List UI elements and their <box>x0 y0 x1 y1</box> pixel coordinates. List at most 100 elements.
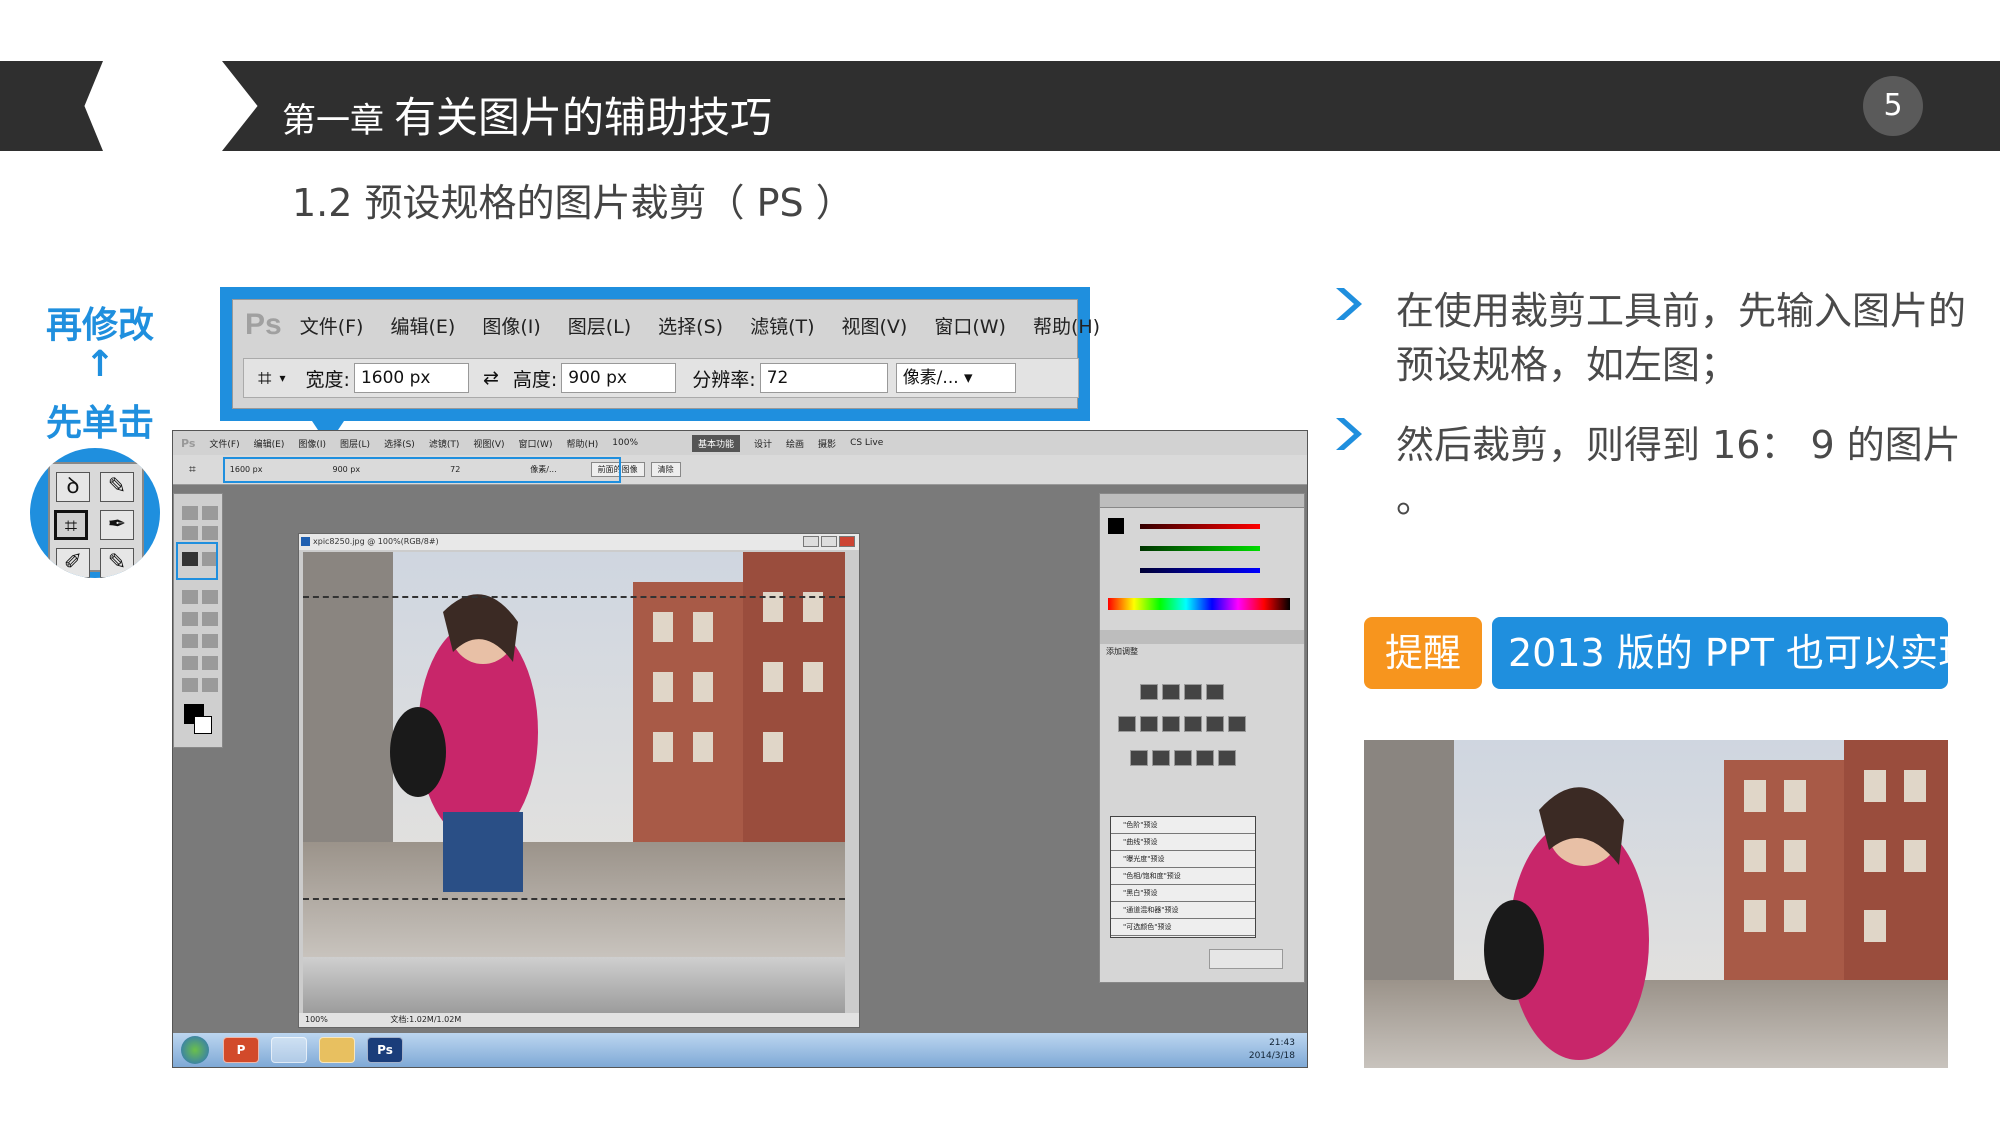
list-item[interactable]: "曝光度"预设 <box>1111 851 1255 868</box>
ps-red-slider[interactable] <box>1140 524 1260 529</box>
menu-layer[interactable]: 图层(L) <box>568 312 631 339</box>
posterize-icon[interactable] <box>1152 750 1170 766</box>
ps-crop-icon[interactable]: ⌗ <box>189 462 196 477</box>
ps-clear-button[interactable]: 清除 <box>650 462 681 477</box>
list-item[interactable]: "色相/饱和度"预设 <box>1111 868 1255 885</box>
tool-preset-dropdown-icon[interactable]: ▾ <box>280 371 286 385</box>
vibrance-icon[interactable] <box>1118 716 1136 732</box>
crop-icon[interactable]: ⌗ <box>258 364 272 392</box>
maximize-icon[interactable] <box>821 536 837 547</box>
ps-menu-help[interactable]: 帮助(H) <box>566 437 598 450</box>
list-item[interactable]: "可选颜色"预设 <box>1111 919 1255 936</box>
resolution-unit-select[interactable]: 像素/... ▾ <box>895 363 1016 393</box>
menu-view[interactable]: 视图(V) <box>842 312 908 339</box>
chapter-label: 第一章 <box>282 101 384 141</box>
menu-file[interactable]: 文件(F) <box>300 312 364 339</box>
ps-text-tool-icon[interactable] <box>202 656 218 670</box>
ps-workspace-photo[interactable]: 摄影 <box>818 437 836 450</box>
exposure-icon[interactable] <box>1206 684 1224 700</box>
selective-color-icon[interactable] <box>1218 750 1236 766</box>
ps-lasso-tool-icon[interactable] <box>182 526 198 540</box>
height-input[interactable]: 900 px <box>561 363 677 393</box>
toolbox-zoom: ꝺ ✎ ⌗ ✒ ✐ ✎ <box>48 462 144 578</box>
bullet-1-text: 在使用裁剪工具前，先输入图片的预设规格，如左图； <box>1396 289 1967 387</box>
ps-crop-marquee[interactable] <box>303 596 845 900</box>
menu-edit[interactable]: 编辑(E) <box>390 312 455 339</box>
ps-menu-edit[interactable]: 编辑(E) <box>254 437 285 450</box>
ps-adjust-panel-tabs[interactable] <box>1100 630 1304 644</box>
ps-eraser-tool-icon[interactable] <box>182 634 198 648</box>
ps-heal-tool-icon[interactable] <box>182 590 198 604</box>
ps-green-slider[interactable] <box>1140 546 1260 551</box>
resolution-input[interactable]: 72 <box>759 363 888 393</box>
photo-filter-icon[interactable] <box>1206 716 1224 732</box>
ps-doc-icon <box>301 537 310 546</box>
ps-zoom-level[interactable]: 100% <box>612 438 638 448</box>
balance-icon[interactable] <box>1162 716 1180 732</box>
gradient-map-icon[interactable] <box>1196 750 1214 766</box>
ps-history-tool-icon[interactable] <box>202 612 218 626</box>
bw-icon[interactable] <box>1184 716 1202 732</box>
ps-menu-image[interactable]: 图像(I) <box>298 437 326 450</box>
invert-icon[interactable] <box>1130 750 1148 766</box>
ps-menu-filter[interactable]: 滤镜(T) <box>429 437 460 450</box>
ps-workspace-paint[interactable]: 绘画 <box>786 437 804 450</box>
ps-panel-fg-swatch[interactable] <box>1108 518 1124 534</box>
menu-select[interactable]: 选择(S) <box>658 312 723 339</box>
ps-brush-tool-icon[interactable] <box>202 590 218 604</box>
ps-wand-tool-icon[interactable] <box>202 526 218 540</box>
ps-cslive[interactable]: CS Live <box>850 438 883 448</box>
crop-tool-icon[interactable]: ⌗ <box>54 510 88 540</box>
ps-pen-tool-icon[interactable] <box>182 656 198 670</box>
width-input[interactable]: 1600 px <box>353 363 469 393</box>
levels-icon[interactable] <box>1162 684 1180 700</box>
swap-icon[interactable]: ⇄ <box>483 367 499 389</box>
menu-filter[interactable]: 滤镜(T) <box>750 312 814 339</box>
ps-background-color[interactable] <box>194 716 212 734</box>
taskbar-app-icon[interactable] <box>271 1037 307 1063</box>
ps-move-tool-icon[interactable] <box>182 506 198 520</box>
mixer-icon[interactable] <box>1228 716 1246 732</box>
taskbar-powerpoint[interactable]: P <box>223 1037 259 1063</box>
menu-image[interactable]: 图像(I) <box>482 312 540 339</box>
folder-icon[interactable] <box>319 1037 355 1063</box>
ps-menu-select[interactable]: 选择(S) <box>384 437 415 450</box>
brush-icon: ✎ <box>100 548 134 578</box>
list-item[interactable]: "黑白"预设 <box>1111 885 1255 902</box>
list-item[interactable]: "色阶"预设 <box>1111 817 1255 834</box>
close-icon[interactable] <box>839 536 855 547</box>
ps-mini-tray[interactable] <box>1209 949 1283 969</box>
ps-menu-layer[interactable]: 图层(L) <box>340 437 370 450</box>
ps-gradient-tool-icon[interactable] <box>202 634 218 648</box>
ps-color-panel-tabs[interactable] <box>1100 494 1304 508</box>
ps-options-highlight <box>223 457 621 483</box>
brightness-icon[interactable] <box>1140 684 1158 700</box>
ps-doc-status: 100% 文档:1.02M/1.02M <box>299 1013 859 1027</box>
ps-logo: Ps <box>245 308 282 341</box>
ps-workspace-active[interactable]: 基本功能 <box>692 434 741 452</box>
zoomed-toolbar: Ps 文件(F) 编辑(E) 图像(I) 图层(L) 选择(S) 滤镜(T) 视… <box>220 287 1100 421</box>
list-item[interactable]: "曲线"预设 <box>1111 834 1255 851</box>
start-button-icon[interactable] <box>181 1036 209 1064</box>
minimize-icon[interactable] <box>803 536 819 547</box>
taskbar-photoshop[interactable]: Ps <box>367 1037 403 1063</box>
ps-marquee-tool-icon[interactable] <box>202 506 218 520</box>
ps-blue-slider[interactable] <box>1140 568 1260 573</box>
ps-small-logo: Ps <box>181 436 196 450</box>
ps-menu-view[interactable]: 视图(V) <box>473 437 504 450</box>
ps-menu-file[interactable]: 文件(F) <box>209 437 239 450</box>
ps-workspace-design[interactable]: 设计 <box>754 437 772 450</box>
curves-icon[interactable] <box>1184 684 1202 700</box>
ps-hand-tool-icon[interactable] <box>182 678 198 692</box>
ps-zoom-tool-icon[interactable] <box>202 678 218 692</box>
hue-icon[interactable] <box>1140 716 1158 732</box>
ps-color-spectrum[interactable] <box>1108 598 1290 610</box>
ps-stamp-tool-icon[interactable] <box>182 612 198 626</box>
list-item[interactable]: "通道混和器"预设 <box>1111 902 1255 919</box>
menu-help[interactable]: 帮助(H) <box>1033 312 1100 339</box>
threshold-icon[interactable] <box>1174 750 1192 766</box>
menu-window[interactable]: 窗口(W) <box>934 312 1006 339</box>
clock-time: 21:43 <box>1269 1038 1295 1048</box>
result-photo <box>1364 740 1948 1068</box>
ps-menu-window[interactable]: 窗口(W) <box>519 437 553 450</box>
